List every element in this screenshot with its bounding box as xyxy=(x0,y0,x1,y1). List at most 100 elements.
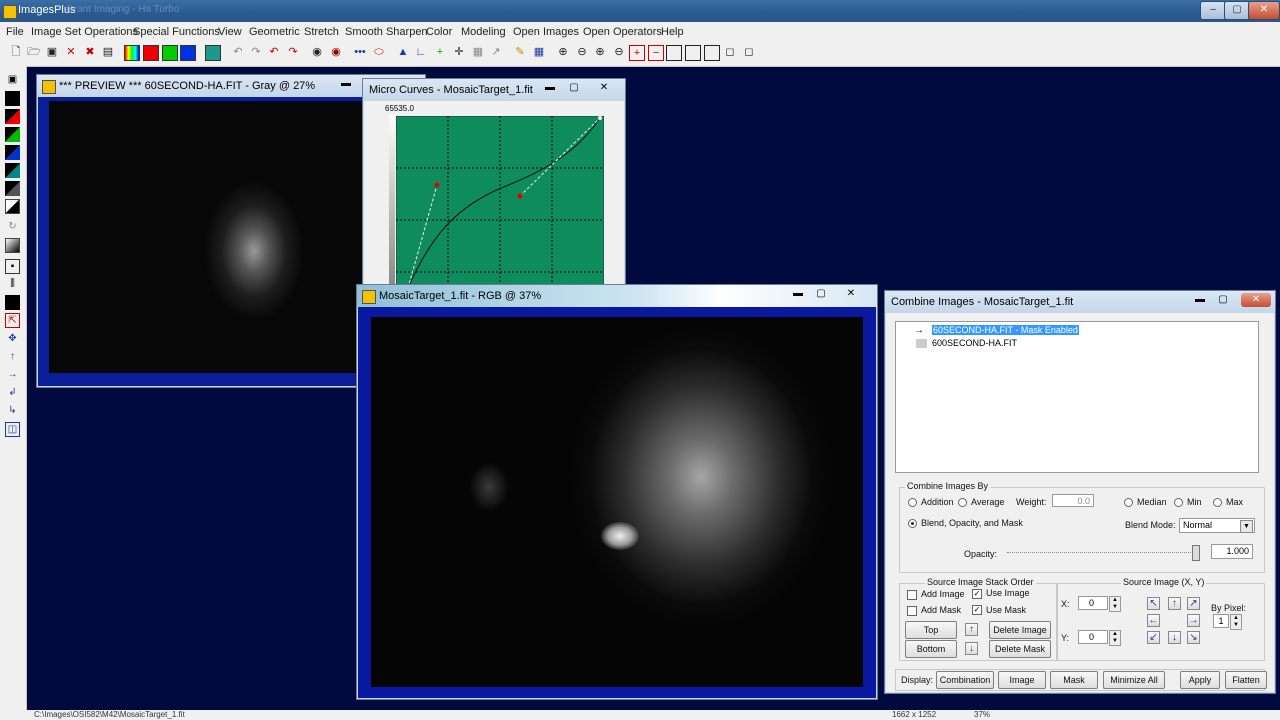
frame-2-icon[interactable] xyxy=(685,45,701,61)
mask-button[interactable]: Mask xyxy=(1050,671,1098,689)
crop-icon[interactable]: ⇱ xyxy=(5,313,20,328)
triangle-icon[interactable]: ▲ xyxy=(395,45,411,61)
menu-color[interactable]: Color xyxy=(426,26,452,38)
frame-1-icon[interactable] xyxy=(666,45,682,61)
arrow-right-button-icon[interactable]: → xyxy=(1187,614,1200,627)
menu-open-operators[interactable]: Open Operators xyxy=(583,26,662,38)
star-alt-icon[interactable]: ◉ xyxy=(328,45,344,61)
red-swatch-icon[interactable] xyxy=(5,109,20,124)
undo-icon[interactable]: ↶ xyxy=(230,45,246,61)
arrow-left-icon[interactable]: ← xyxy=(1147,614,1160,627)
add-image-checkbox[interactable] xyxy=(907,590,917,600)
opacity-slider-thumb[interactable] xyxy=(1192,545,1200,561)
redo-all-icon[interactable]: ↷ xyxy=(285,45,301,61)
x-field[interactable]: 0 xyxy=(1078,596,1108,610)
zoom-fit-icon[interactable]: ⊕ xyxy=(592,45,608,61)
rotate-icon[interactable]: ↻ xyxy=(5,220,20,235)
histogram-icon[interactable]: ⫼ xyxy=(5,277,20,292)
blend-mode-select[interactable]: Normal ▼ xyxy=(1179,518,1255,533)
image-button[interactable]: Image xyxy=(998,671,1046,689)
preview-minimize-icon[interactable]: ▬ xyxy=(335,77,357,91)
close-image-icon[interactable]: ✕ xyxy=(63,45,79,61)
blue-swatch-icon[interactable] xyxy=(5,145,20,160)
combine-minimize-icon[interactable]: ▬ xyxy=(1189,293,1211,307)
window-icon[interactable]: ▤ xyxy=(100,45,116,61)
move-up-icon[interactable]: ↑ xyxy=(965,623,978,636)
back-arrow-icon[interactable]: ↲ xyxy=(5,386,20,401)
dots-icon[interactable]: ••• xyxy=(352,45,368,61)
mosaic-image[interactable] xyxy=(371,317,863,687)
menu-modeling[interactable]: Modeling xyxy=(461,26,506,38)
frame-3-icon[interactable] xyxy=(704,45,720,61)
grid-icon[interactable]: ▦ xyxy=(470,45,486,61)
redo-icon[interactable]: ↷ xyxy=(248,45,264,61)
cyan-swatch-icon[interactable] xyxy=(5,163,20,178)
menu-view[interactable]: View xyxy=(218,26,242,38)
median-radio[interactable] xyxy=(1124,498,1133,507)
black-swatch-icon[interactable] xyxy=(5,91,20,106)
y-spinner[interactable]: ▲ ▼ xyxy=(1109,630,1121,646)
chevron-down-icon[interactable]: ▼ xyxy=(1240,520,1253,533)
zoom-out-icon[interactable]: ⊖ xyxy=(574,45,590,61)
frame-5-icon[interactable]: ◻ xyxy=(741,45,757,61)
black-square-icon[interactable] xyxy=(5,295,20,310)
x-spinner[interactable]: ▲ ▼ xyxy=(1109,596,1121,612)
add-mask-checkbox[interactable] xyxy=(907,606,917,616)
blue-channel-icon[interactable] xyxy=(180,45,196,61)
invert-swatch-icon[interactable] xyxy=(5,199,20,214)
green-channel-icon[interactable] xyxy=(162,45,178,61)
frame-small-icon[interactable]: ▪ xyxy=(5,259,20,274)
select-icon[interactable]: ▦ xyxy=(531,45,547,61)
gradient-icon[interactable] xyxy=(5,238,20,253)
arrow-up-left-icon[interactable]: ↖ xyxy=(1147,597,1160,610)
average-radio[interactable] xyxy=(958,498,967,507)
zoom-actual-icon[interactable]: ⊖ xyxy=(611,45,627,61)
delete-mask-button[interactable]: Delete Mask xyxy=(989,640,1051,658)
opacity-slider-track[interactable] xyxy=(1007,552,1199,554)
opacity-field[interactable]: 1.000 xyxy=(1211,544,1253,559)
arrow-up-icon[interactable]: ↑ xyxy=(1168,597,1181,610)
image-stack-list[interactable]: → 60SECOND-HA.FIT - Mask Enabled 600SECO… xyxy=(895,321,1259,473)
minimize-icon[interactable]: – xyxy=(1200,1,1226,20)
ellipse-icon[interactable]: ⬭ xyxy=(371,45,387,61)
use-image-checkbox[interactable]: ✓ xyxy=(972,589,982,599)
luminance-icon[interactable] xyxy=(205,45,221,61)
mosaic-maximize-icon[interactable]: ▢ xyxy=(810,287,832,301)
max-radio[interactable] xyxy=(1213,498,1222,507)
subtract-icon[interactable]: − xyxy=(648,45,664,61)
arrow-down-icon[interactable]: ↓ xyxy=(1168,631,1181,644)
save-icon[interactable]: ▣ xyxy=(44,45,60,61)
move-icon[interactable]: ✥ xyxy=(5,332,20,347)
combine-close-icon[interactable]: ✕ xyxy=(1241,293,1271,307)
combine-maximize-icon[interactable]: ▢ xyxy=(1212,293,1234,307)
close-icon[interactable]: ✕ xyxy=(1248,1,1280,20)
use-mask-checkbox[interactable]: ✓ xyxy=(972,605,982,615)
menu-geometric[interactable]: Geometric xyxy=(249,26,300,38)
addition-radio[interactable] xyxy=(908,498,917,507)
apply-button[interactable]: Apply xyxy=(1180,671,1220,689)
curves-close-icon[interactable]: ✕ xyxy=(593,81,615,95)
right-arrow-icon[interactable]: → xyxy=(5,368,20,383)
menu-smooth-sharpen[interactable]: Smooth Sharpen xyxy=(345,26,428,38)
arrow-down-left-icon[interactable]: ↙ xyxy=(1147,631,1160,644)
stack-item-selected[interactable]: 60SECOND-HA.FIT - Mask Enabled xyxy=(932,325,1079,335)
curves-minimize-icon[interactable]: ▬ xyxy=(539,81,561,95)
weight-field[interactable]: 0.0 xyxy=(1052,494,1094,507)
aperture-icon[interactable]: ◫ xyxy=(5,422,20,437)
mosaic-minimize-icon[interactable]: ▬ xyxy=(787,287,809,301)
axis-icon[interactable]: ∟ xyxy=(413,45,429,61)
plus-green-icon[interactable]: + xyxy=(432,45,448,61)
move-down-icon[interactable]: ↓ xyxy=(965,642,978,655)
frame-4-icon[interactable]: ◻ xyxy=(722,45,738,61)
curves-maximize-icon[interactable]: ▢ xyxy=(563,81,585,95)
save-small-icon[interactable]: ▣ xyxy=(5,73,20,88)
by-pixel-field[interactable]: 1 xyxy=(1213,614,1229,628)
menu-help[interactable]: Help xyxy=(661,26,684,38)
y-field[interactable]: 0 xyxy=(1078,630,1108,644)
curves-graph[interactable] xyxy=(396,116,604,288)
forward-arrow-icon[interactable]: ↳ xyxy=(5,404,20,419)
menu-open-images[interactable]: Open Images xyxy=(513,26,579,38)
menu-special-functions[interactable]: Special Functions xyxy=(133,26,220,38)
bottom-button[interactable]: Bottom xyxy=(905,640,957,658)
mosaic-close-icon[interactable]: ✕ xyxy=(840,287,862,301)
